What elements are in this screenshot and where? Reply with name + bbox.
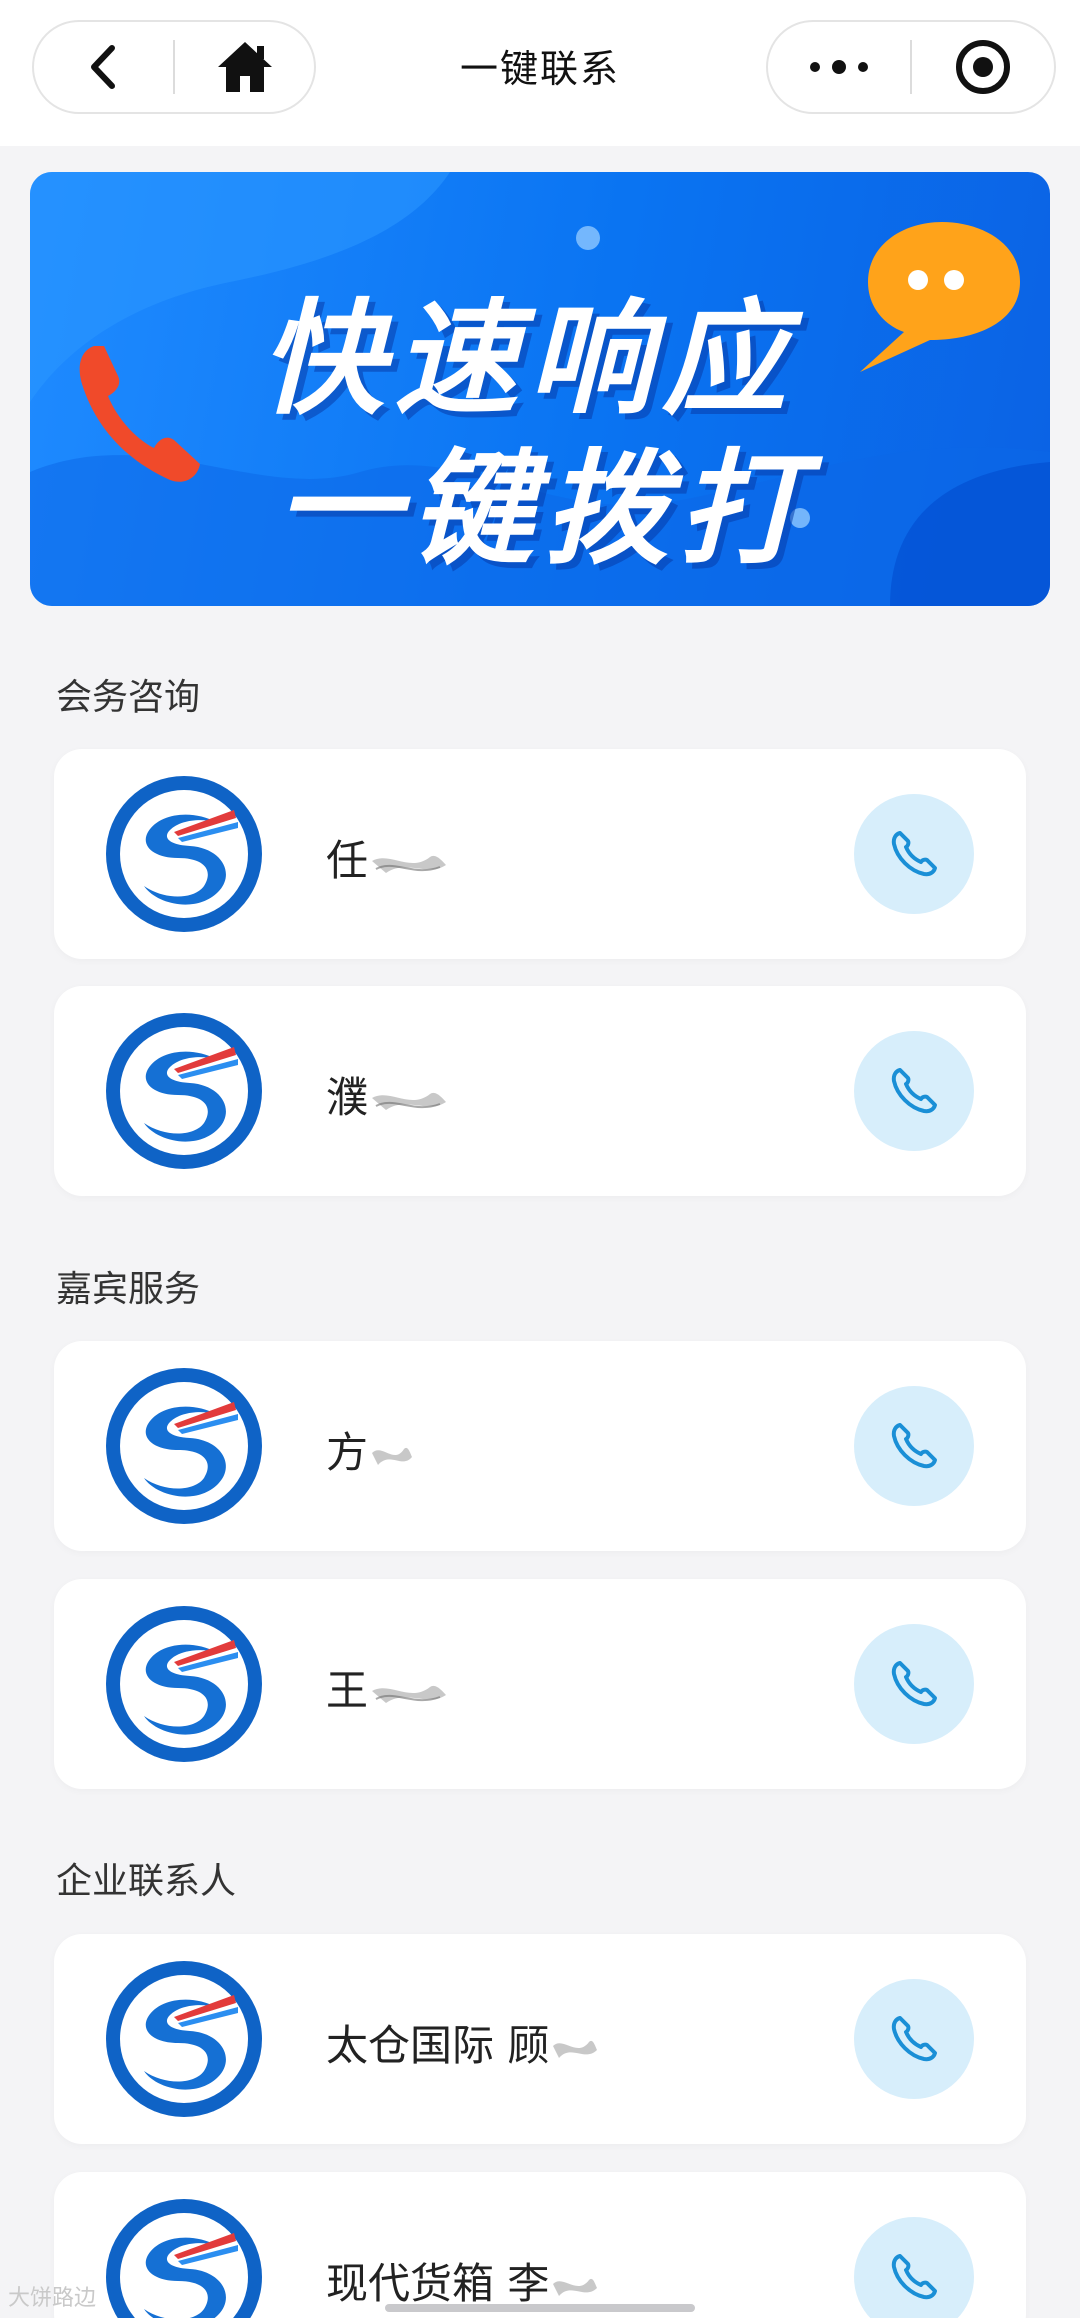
company-logo-icon (106, 1368, 262, 1524)
phone-icon (891, 1661, 937, 1707)
nav-bar: 一键联系 (0, 0, 1080, 146)
contact-name: 濮 (326, 1064, 448, 1125)
call-button[interactable] (854, 1979, 974, 2099)
section-title: 嘉宾服务 (56, 1269, 201, 1310)
watermark-text: 大饼路边 (8, 2286, 97, 2311)
watermark: 大饼路边 (8, 2280, 96, 2312)
phone-icon (891, 2254, 937, 2300)
contact-name-text: 任 (326, 836, 369, 885)
section-title: 企业联系人 (56, 1861, 237, 1902)
call-button[interactable] (854, 2217, 974, 2318)
company-logo-icon (106, 2199, 262, 2318)
contact-card[interactable]: 王 (54, 1579, 1026, 1789)
phone-icon (891, 2016, 937, 2062)
contact-name: 王 (326, 1657, 448, 1718)
contact-name: 现代货箱 李 (326, 2250, 599, 2311)
call-button[interactable] (854, 1031, 974, 1151)
phone-icon (891, 1068, 937, 1114)
privacy-blur (553, 2040, 598, 2058)
contact-name-text: 方 (326, 1428, 369, 1477)
company-logo-icon (106, 1606, 262, 1762)
privacy-blur (372, 1447, 413, 1465)
contact-card[interactable]: 任 (54, 749, 1026, 959)
phone-handset-icon (79, 346, 200, 482)
contact-name: 方 (326, 1419, 414, 1480)
target-circle-icon (956, 40, 1010, 94)
call-button[interactable] (854, 1624, 974, 1744)
contact-name-text: 濮 (326, 1073, 369, 1122)
phone-icon (891, 831, 937, 877)
banner-headline-2: 一键拨打 (276, 438, 813, 582)
privacy-blur (372, 1092, 447, 1110)
more-button[interactable] (768, 22, 910, 112)
contact-card[interactable]: 太仓国际 顾 (54, 1934, 1026, 2144)
call-button[interactable] (854, 794, 974, 914)
call-button[interactable] (854, 1386, 974, 1506)
contact-name: 太仓国际 顾 (326, 2012, 599, 2073)
section-title: 会务咨询 (56, 677, 201, 718)
contact-card[interactable]: 方 (54, 1341, 1026, 1551)
hero-banner: 快速响应 一键拨打 (30, 172, 1050, 606)
close-miniprogram-button[interactable] (912, 22, 1054, 112)
contact-name-text: 太仓国际 顾 (326, 2021, 550, 2070)
company-logo-icon (106, 776, 262, 932)
home-indicator[interactable] (385, 2304, 695, 2312)
contact-card[interactable]: 濮 (54, 986, 1026, 1196)
phone-icon (891, 1423, 937, 1469)
company-logo-icon (106, 1013, 262, 1169)
contact-name-text: 现代货箱 李 (326, 2259, 550, 2308)
contact-card[interactable]: 现代货箱 李 (54, 2172, 1026, 2318)
more-dots-icon (810, 60, 868, 74)
privacy-blur (372, 855, 447, 873)
company-logo-icon (106, 1961, 262, 2117)
nav-capsule-right (766, 20, 1056, 114)
privacy-blur (553, 2278, 598, 2296)
contact-name: 任 (326, 827, 448, 888)
privacy-blur (372, 1685, 447, 1703)
contact-name-text: 王 (326, 1666, 369, 1715)
